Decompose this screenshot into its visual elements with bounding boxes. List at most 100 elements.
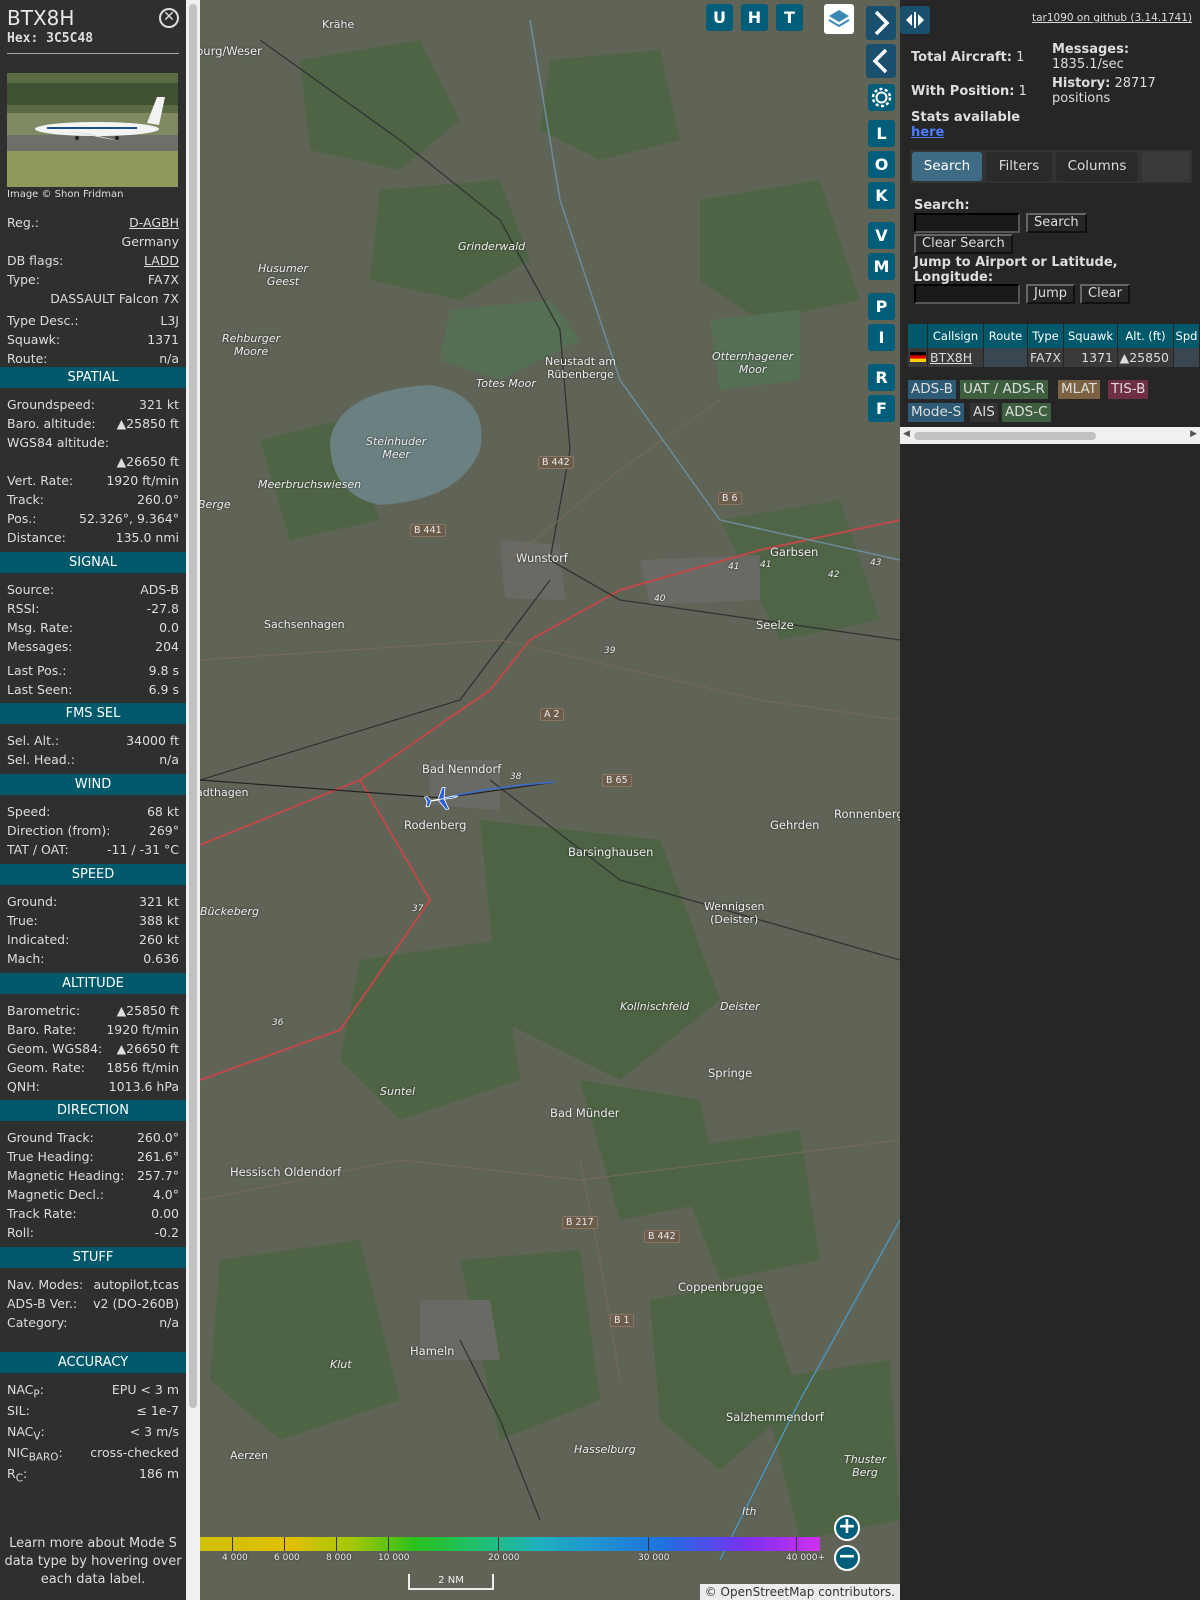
map-button-m[interactable]: M [868,253,895,280]
search-input[interactable] [914,213,1020,233]
detail-key[interactable]: Direction (from): [7,821,111,840]
detail-key[interactable]: Source: [7,580,54,599]
detail-key[interactable]: Baro. altitude: [7,414,96,433]
detail-key[interactable]: RC: [7,1464,27,1489]
info-value[interactable]: D-AGBH [129,213,179,232]
info-value[interactable]: LADD [144,251,179,270]
detail-key[interactable]: Speed: [7,802,50,821]
collapse-left-icon[interactable] [866,44,896,78]
section-header-altitude[interactable]: ALTITUDE [0,973,186,994]
detail-key[interactable]: True Heading: [7,1147,94,1166]
detail-key[interactable]: Geom. WGS84: [7,1039,102,1058]
settings-gear-icon[interactable] [868,84,895,111]
row-callsign[interactable]: BTX8H [928,348,984,367]
detail-key[interactable]: Magnetic Decl.: [7,1185,104,1204]
detail-key[interactable]: Indicated: [7,930,69,949]
section-header-signal[interactable]: SIGNAL [0,552,186,573]
source-badge-tis-b[interactable]: TIS-B [1108,380,1149,399]
stats-link[interactable]: here [911,125,944,140]
detail-key[interactable]: Last Seen: [7,680,72,699]
tab-filters[interactable]: Filters [986,152,1052,181]
detail-key[interactable]: Track Rate: [7,1204,77,1223]
jump-button[interactable]: Jump [1026,284,1075,304]
map-button-h[interactable]: H [741,4,768,31]
expand-right-icon[interactable] [866,6,896,40]
column-header-route[interactable]: Route [984,324,1028,348]
close-icon[interactable]: ✕ [159,8,179,28]
detail-key[interactable]: Vert. Rate: [7,471,73,490]
detail-key[interactable]: Ground Track: [7,1128,94,1147]
source-badge-ais[interactable]: AIS [970,403,998,422]
clear-button[interactable]: Clear [1080,284,1130,304]
detail-key[interactable]: Magnetic Heading: [7,1166,124,1185]
detail-key[interactable]: RSSI: [7,599,39,618]
aircraft-marker-icon[interactable] [424,786,460,812]
map-button-k[interactable]: K [868,182,895,209]
section-header-fms-sel[interactable]: FMS SEL [0,703,186,724]
detail-key[interactable]: Ground: [7,892,57,911]
source-badge-ads-c[interactable]: ADS-C [1002,403,1051,422]
detail-key[interactable]: Roll: [7,1223,34,1242]
detail-key[interactable]: Last Pos.: [7,661,66,680]
tab-search[interactable]: Search [912,152,982,181]
detail-key[interactable]: Nav. Modes: [7,1275,83,1294]
detail-key[interactable]: Category: [7,1313,67,1332]
section-header-direction[interactable]: DIRECTION [0,1100,186,1121]
zoom-out-button[interactable]: − [834,1545,860,1571]
column-header-speed[interactable]: Spd [1174,324,1200,348]
map-button-v[interactable]: V [868,222,895,249]
section-header-wind[interactable]: WIND [0,774,186,795]
detail-key[interactable]: TAT / OAT: [7,840,69,859]
map-button-t[interactable]: T [776,4,803,31]
detail-key[interactable]: Groundspeed: [7,395,95,414]
tab-columns[interactable]: Columns [1056,152,1138,181]
map-attribution[interactable]: © OpenStreetMap contributors. [699,1584,900,1600]
map-button-f[interactable]: F [868,395,895,422]
layers-icon[interactable] [824,4,854,34]
tab-blank[interactable] [1142,152,1190,181]
detail-key[interactable]: Messages: [7,637,73,656]
detail-key[interactable]: Barometric: [7,1001,80,1020]
section-header-accuracy[interactable]: ACCURACY [0,1352,186,1373]
detail-key[interactable]: Mach: [7,949,44,968]
detail-key[interactable]: SIL: [7,1401,30,1420]
map-button-p[interactable]: P [868,293,895,320]
panel-toggle-icon[interactable] [900,6,930,34]
map-button-o[interactable]: O [868,151,895,178]
table-scroll-thumb[interactable] [914,432,1096,440]
section-header-spatial[interactable]: SPATIAL [0,367,186,388]
column-header-flag[interactable] [908,324,928,348]
aircraft-photo[interactable] [7,73,178,187]
detail-key[interactable]: Pos.: [7,509,36,528]
column-header-squawk[interactable]: Squawk [1064,324,1118,348]
map-view[interactable]: Krähe burg/Weser Grinderwald Husumer Geest Re… [200,0,900,1600]
search-button[interactable]: Search [1026,213,1087,233]
map-button-i[interactable]: I [868,324,895,351]
detail-key[interactable]: Msg. Rate: [7,618,73,637]
detail-key[interactable]: Sel. Alt.: [7,731,59,750]
sidebar-scroll-thumb[interactable] [189,4,197,1408]
map-button-u[interactable]: U [706,4,733,31]
source-badge-mode-s[interactable]: Mode-S [908,403,965,422]
detail-key[interactable]: Distance: [7,528,66,547]
source-badge-ads-b[interactable]: ADS-B [908,380,956,399]
jump-input[interactable] [914,284,1020,304]
source-badge-uat-ads-r[interactable]: UAT / ADS-R [960,380,1048,399]
version-link[interactable]: tar1090 on github (3.14.1741) [1032,12,1192,24]
detail-key[interactable]: Geom. Rate: [7,1058,85,1077]
source-badge-mlat[interactable]: MLAT [1058,380,1100,399]
detail-key[interactable]: Track: [7,490,44,509]
map-button-l[interactable]: L [868,120,895,147]
table-horizontal-scrollbar[interactable]: ◀ ▶ [900,427,1200,444]
column-header-callsign[interactable]: Callsign [928,324,984,348]
scroll-left-icon[interactable]: ◀ [903,429,910,439]
section-header-stuff[interactable]: STUFF [0,1247,186,1268]
scroll-right-icon[interactable]: ▶ [1190,429,1197,439]
column-header-altitude[interactable]: Alt. (ft) [1118,324,1174,348]
detail-key[interactable]: True: [7,911,38,930]
clear-search-button[interactable]: Clear Search [914,234,1013,254]
detail-key[interactable]: QNH: [7,1077,40,1096]
detail-key[interactable]: Baro. Rate: [7,1020,76,1039]
detail-key[interactable]: ADS-B Ver.: [7,1294,77,1313]
zoom-in-button[interactable]: + [834,1515,860,1541]
